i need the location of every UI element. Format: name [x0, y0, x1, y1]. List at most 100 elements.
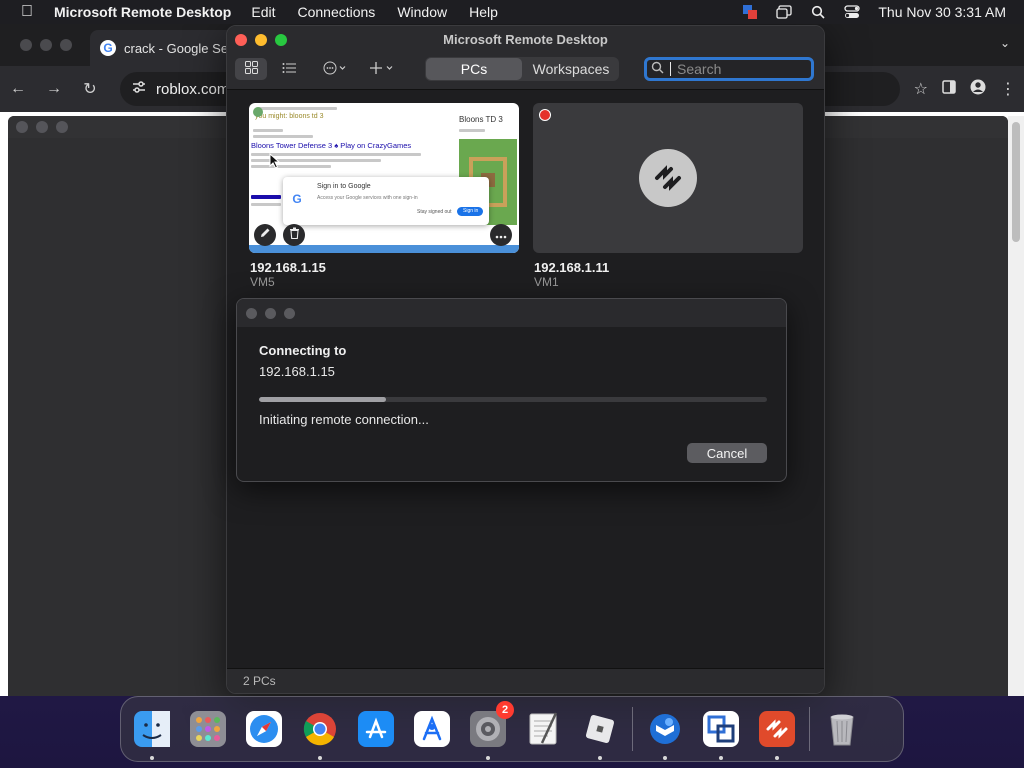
chrome-toolbar-right: ☆ ⋮	[914, 66, 1016, 112]
remote-desktop-logo-icon	[639, 149, 697, 207]
window-title: Microsoft Remote Desktop	[443, 32, 608, 47]
remote-desktop-status-icon[interactable]	[742, 5, 758, 19]
page-scrollbar-thumb[interactable]	[1012, 122, 1020, 242]
list-view-icon	[282, 62, 296, 77]
menu-help[interactable]: Help	[469, 4, 498, 20]
pc-card-vm1[interactable]	[533, 103, 803, 253]
tab-workspaces[interactable]: Workspaces	[523, 57, 619, 81]
dock-trash-icon[interactable]	[820, 707, 864, 751]
ellipsis-circle-icon	[323, 61, 347, 78]
address-bar-url: roblox.com	[156, 80, 230, 98]
page-scrollbar[interactable]	[1008, 116, 1024, 696]
pc-label-vm5: VM5	[250, 275, 275, 289]
chrome-tab-title: crack - Google Se	[124, 40, 229, 56]
dock-textedit-icon[interactable]	[522, 707, 566, 751]
forward-arrow-icon[interactable]: →	[36, 80, 72, 98]
thumb-desc-line-4	[251, 203, 281, 206]
thumb-results-line	[257, 107, 337, 110]
thumb-link-2	[251, 195, 281, 199]
side-panel-icon[interactable]	[942, 79, 956, 99]
tab-pcs[interactable]: PCs	[426, 58, 522, 80]
profile-avatar-icon[interactable]	[970, 79, 986, 100]
dock-thunderbird-icon[interactable]	[643, 707, 687, 760]
menu-window[interactable]: Window	[397, 4, 447, 20]
connection-progress-bar	[259, 397, 767, 402]
dock-app-store-icon[interactable]	[354, 707, 398, 751]
pc-card-vm5[interactable]: you might: bloons td 3 Bloons Tower Defe…	[249, 103, 519, 253]
dock-finder-icon[interactable]	[130, 707, 174, 760]
menu-connections[interactable]: Connections	[297, 4, 375, 20]
thumb-url-line	[253, 135, 313, 138]
thumb-link-title: Bloons Tower Defense 3 ♠ Play on CrazyGa…	[251, 141, 412, 150]
dialog-close-icon	[246, 308, 257, 319]
site-info-icon[interactable]	[132, 80, 146, 98]
bg-zoom-icon[interactable]	[56, 121, 68, 133]
grid-view-button[interactable]	[235, 58, 267, 80]
bg-minimize-icon[interactable]	[36, 121, 48, 133]
pc-more-button[interactable]	[490, 224, 512, 246]
background-window-controls	[16, 121, 68, 133]
dialog-zoom-icon	[284, 308, 295, 319]
back-arrow-icon[interactable]: ←	[0, 80, 36, 98]
thumb-popup-signin-label: Sign in	[463, 208, 479, 214]
dock-google-chrome-icon[interactable]	[298, 707, 342, 760]
chrome-window-controls	[20, 39, 72, 51]
delete-pc-button[interactable]	[283, 224, 305, 246]
grid-view-icon	[244, 61, 258, 77]
pc-name-vm5: 192.168.1.15	[250, 260, 326, 275]
chrome-close-icon[interactable]	[20, 39, 32, 51]
search-input[interactable]: Search	[644, 57, 814, 81]
running-indicator	[318, 756, 322, 760]
thumb-side-sub	[459, 129, 485, 132]
screen-mirroring-icon[interactable]	[776, 5, 793, 19]
tab-search-chevron-icon[interactable]: ⌄	[1000, 36, 1010, 50]
menu-clock[interactable]: Thu Nov 30 3:31 AM	[878, 4, 1006, 20]
thumb-popup-signin-button: Sign in	[457, 207, 483, 216]
running-indicator	[486, 756, 490, 760]
trash-icon	[289, 226, 300, 244]
thumb-query-text: you might: bloons td 3	[255, 113, 324, 120]
edit-pc-button[interactable]	[254, 224, 276, 246]
thumb-desc-line-3	[251, 165, 331, 168]
more-actions-button[interactable]	[315, 58, 355, 80]
spotlight-search-icon[interactable]	[810, 5, 826, 19]
dock-vmware-horizon-icon[interactable]	[699, 707, 743, 760]
bookmark-star-icon[interactable]: ☆	[914, 79, 928, 99]
search-placeholder: Search	[677, 61, 722, 77]
running-indicator	[598, 756, 602, 760]
list-view-button[interactable]	[273, 58, 305, 80]
menu-app-name[interactable]: Microsoft Remote Desktop	[54, 4, 231, 20]
chrome-zoom-icon[interactable]	[60, 39, 72, 51]
running-indicator	[775, 756, 779, 760]
chrome-minimize-icon[interactable]	[40, 39, 52, 51]
connection-progress-fill	[259, 397, 386, 402]
add-button[interactable]	[365, 58, 399, 80]
thumb-site-line	[253, 129, 283, 132]
thumb-side-title: Bloons TD 3	[459, 115, 503, 124]
remote-desktop-titlebar: Microsoft Remote Desktop PCs Workspaces	[227, 26, 824, 90]
bg-close-icon[interactable]	[16, 121, 28, 133]
menu-edit[interactable]: Edit	[251, 4, 275, 20]
chrome-tab[interactable]: G crack - Google Se	[90, 30, 240, 66]
dock-roblox-icon[interactable]	[578, 707, 622, 760]
pc-label-vm1: VM1	[534, 275, 559, 289]
running-indicator	[663, 756, 667, 760]
apple-menu-icon[interactable]: 	[0, 3, 54, 21]
thumb-google-icon: G	[289, 191, 305, 207]
dock-microsoft-remote-desktop-icon[interactable]	[755, 707, 799, 760]
dock-system-settings-icon[interactable]: 2	[466, 701, 514, 760]
dock-safari-icon[interactable]	[242, 707, 286, 751]
control-center-icon[interactable]	[844, 5, 861, 19]
reload-icon[interactable]: ↻	[72, 79, 108, 99]
dialog-heading: Connecting to	[259, 343, 347, 358]
running-indicator	[719, 756, 723, 760]
dock-xcode-instruments-icon[interactable]	[410, 707, 454, 751]
dock-launchpad-icon[interactable]	[186, 707, 230, 751]
thumb-popup-text: Access your Google services with one sig…	[317, 195, 418, 201]
cancel-button[interactable]: Cancel	[687, 443, 767, 463]
menu-bar:  Microsoft Remote Desktop Edit Connecti…	[0, 0, 1024, 24]
google-favicon-icon: G	[100, 40, 116, 56]
dialog-window-controls	[246, 308, 295, 319]
chrome-menu-icon[interactable]: ⋮	[1000, 79, 1016, 99]
dialog-host: 192.168.1.15	[259, 364, 335, 379]
